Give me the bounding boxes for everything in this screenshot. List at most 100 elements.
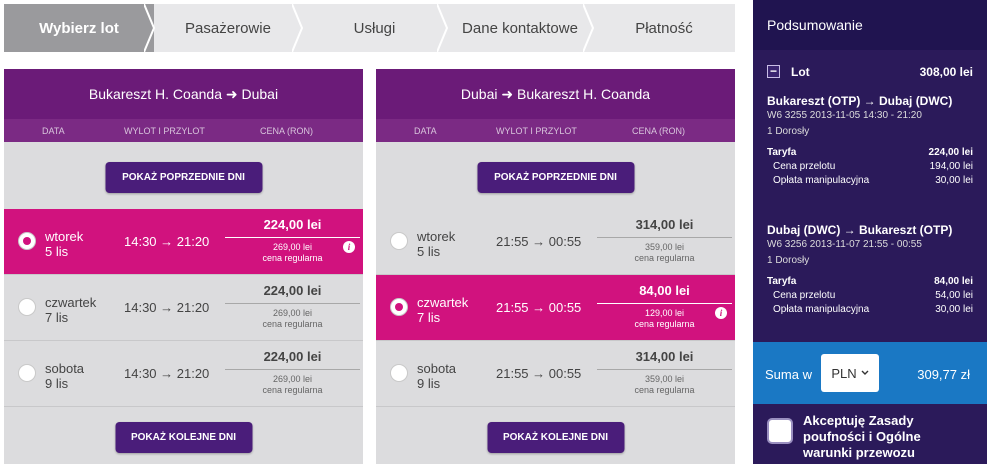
step-separator xyxy=(437,4,449,52)
day-label: wtorek xyxy=(417,229,456,244)
step-label: Pasażerowie xyxy=(185,19,271,37)
flight-row[interactable]: wtorek 5 lis 21:55 → 00:55 314,00 lei 359… xyxy=(376,209,735,275)
step-label: Płatność xyxy=(635,19,693,37)
info-icon[interactable]: i xyxy=(343,241,355,253)
column-headers: DATA WYLOT I PRZYLOT CENA (RON) xyxy=(4,119,363,142)
sum-amount: 309,77 zł xyxy=(917,367,970,382)
fare-value: 224,00 lei xyxy=(928,147,973,158)
regular-price-label: cena regularna xyxy=(262,319,323,329)
flight-row[interactable]: sobota 9 lis 14:30 → 21:20 224,00 lei 269… xyxy=(4,341,363,407)
lot-total: 308,00 lei xyxy=(919,65,973,79)
currency-select[interactable]: PLN xyxy=(821,354,879,392)
flight-row[interactable]: czwartek 7 lis 21:55 → 00:55 84,00 lei 12… xyxy=(376,275,735,341)
column-date: DATA xyxy=(414,125,437,136)
day-date: wtorek 5 lis xyxy=(45,229,83,259)
regular-price-value: 129,00 lei xyxy=(644,308,685,318)
panel-title: Bukareszt H. Coanda ➜ Dubai xyxy=(4,69,363,119)
radio-button[interactable] xyxy=(390,364,408,382)
info-icon[interactable]: i xyxy=(715,307,727,319)
day-label: sobota xyxy=(417,361,457,376)
base-price-value: 54,00 lei xyxy=(935,290,973,301)
base-price-row: Cena przelotu 54,00 lei xyxy=(767,290,973,301)
summary-leg-outbound: Bukareszt (OTP) → Dubaj (DWC) W6 3255 20… xyxy=(767,94,973,186)
price: 224,00 lei xyxy=(263,349,322,364)
step-contact[interactable]: Dane kontaktowe xyxy=(447,4,595,52)
radio-button[interactable] xyxy=(18,298,36,316)
day-date: czwartek 7 lis xyxy=(417,295,468,325)
step-separator xyxy=(583,4,595,52)
flight-row[interactable]: wtorek 5 lis 14:30 → 21:20 224,00 lei 269… xyxy=(4,209,363,275)
radio-button[interactable] xyxy=(18,232,36,250)
fare-row: Taryfa 224,00 lei xyxy=(767,147,973,158)
flight-times: 21:55 → 00:55 xyxy=(496,234,582,249)
fee-value: 30,00 lei xyxy=(935,304,973,315)
day-label: sobota xyxy=(45,361,85,376)
regular-price-value: 269,00 lei xyxy=(272,374,313,384)
price: 224,00 lei xyxy=(263,217,322,232)
lot-label: Lot xyxy=(791,65,810,79)
show-previous-days-button[interactable]: POKAŻ POPRZEDNIE DNI xyxy=(477,162,634,193)
column-date: DATA xyxy=(42,125,65,136)
accept-terms-checkbox[interactable] xyxy=(767,418,793,444)
date-label: 9 lis xyxy=(417,376,441,391)
collapse-icon[interactable]: − xyxy=(767,65,780,78)
step-select-flight[interactable]: Wybierz lot xyxy=(4,4,156,52)
price-divider xyxy=(225,303,360,304)
base-price-row: Cena przelotu 194,00 lei xyxy=(767,161,973,172)
leg-route: Bukareszt (OTP) → Dubaj (DWC) xyxy=(767,94,953,108)
column-price: CENA (RON) xyxy=(632,125,686,136)
regular-price-value: 359,00 lei xyxy=(644,374,685,384)
leg-flight-info: W6 3255 2013-11-05 14:30 - 21:20 xyxy=(767,110,922,121)
regular-price: 129,00 lei cena regularna xyxy=(597,308,732,330)
regular-price-value: 269,00 lei xyxy=(272,242,313,252)
step-payment[interactable]: Płatność xyxy=(593,4,735,52)
flight-times: 14:30 → 21:20 xyxy=(124,300,210,315)
fee-label: Opłata manipulacyjna xyxy=(773,304,870,315)
radio-button[interactable] xyxy=(390,298,408,316)
day-date: wtorek 5 lis xyxy=(417,229,455,259)
flight-times: 21:55 → 00:55 xyxy=(496,300,582,315)
regular-price-label: cena regularna xyxy=(634,319,695,329)
day-date: sobota 9 lis xyxy=(45,361,84,391)
currency-value: PLN xyxy=(831,365,857,381)
flight-times: 14:30 → 21:20 xyxy=(124,234,210,249)
radio-button[interactable] xyxy=(390,232,408,250)
accept-terms-label[interactable]: Akceptuję Zasady poufności i Ogólne waru… xyxy=(803,413,973,461)
summary-leg-inbound: Dubaj (DWC) → Bukareszt (OTP) W6 3256 20… xyxy=(767,223,973,315)
leg-route: Dubaj (DWC) → Bukareszt (OTP) xyxy=(767,223,953,237)
radio-button[interactable] xyxy=(18,364,36,382)
regular-price-label: cena regularna xyxy=(262,253,323,263)
day-date: czwartek 7 lis xyxy=(45,295,96,325)
base-price-label: Cena przelotu xyxy=(773,290,836,301)
regular-price-label: cena regularna xyxy=(634,253,695,263)
leg-passengers: 1 Dorosły xyxy=(767,255,810,266)
day-date: sobota 9 lis xyxy=(417,361,456,391)
fee-label: Opłata manipulacyjna xyxy=(773,175,870,186)
panel-title: Dubai ➜ Bukareszt H. Coanda xyxy=(376,69,735,119)
column-price: CENA (RON) xyxy=(260,125,314,136)
regular-price-label: cena regularna xyxy=(634,385,695,395)
regular-price: 359,00 lei cena regularna xyxy=(597,242,732,264)
progress-steps: Wybierz lot Pasażerowie Usługi Dane kont… xyxy=(4,4,735,52)
regular-price-label: cena regularna xyxy=(262,385,323,395)
show-next-days-button[interactable]: POKAŻ KOLEJNE DNI xyxy=(115,422,252,453)
flight-row[interactable]: czwartek 7 lis 14:30 → 21:20 224,00 lei 2… xyxy=(4,275,363,341)
leg-passengers: 1 Dorosły xyxy=(767,126,810,137)
step-passengers[interactable]: Pasażerowie xyxy=(154,4,304,52)
leg-flight-info: W6 3256 2013-11-07 21:55 - 00:55 xyxy=(767,239,922,250)
show-previous-days-button[interactable]: POKAŻ POPRZEDNIE DNI xyxy=(105,162,262,193)
date-label: 9 lis xyxy=(45,376,69,391)
fare-label: Taryfa xyxy=(767,276,797,287)
step-separator xyxy=(144,4,156,52)
base-price-value: 194,00 lei xyxy=(929,161,973,172)
price: 224,00 lei xyxy=(263,283,322,298)
fee-value: 30,00 lei xyxy=(935,175,973,186)
booking-summary: Podsumowanie − Lot 308,00 lei Bukareszt … xyxy=(753,0,987,464)
show-next-days-button[interactable]: POKAŻ KOLEJNE DNI xyxy=(487,422,624,453)
price-divider xyxy=(597,237,732,238)
summary-title: Podsumowanie xyxy=(753,0,987,50)
flight-row[interactable]: sobota 9 lis 21:55 → 00:55 314,00 lei 359… xyxy=(376,341,735,407)
date-label: 7 lis xyxy=(45,310,69,325)
day-label: wtorek xyxy=(45,229,84,244)
step-services[interactable]: Usługi xyxy=(302,4,449,52)
